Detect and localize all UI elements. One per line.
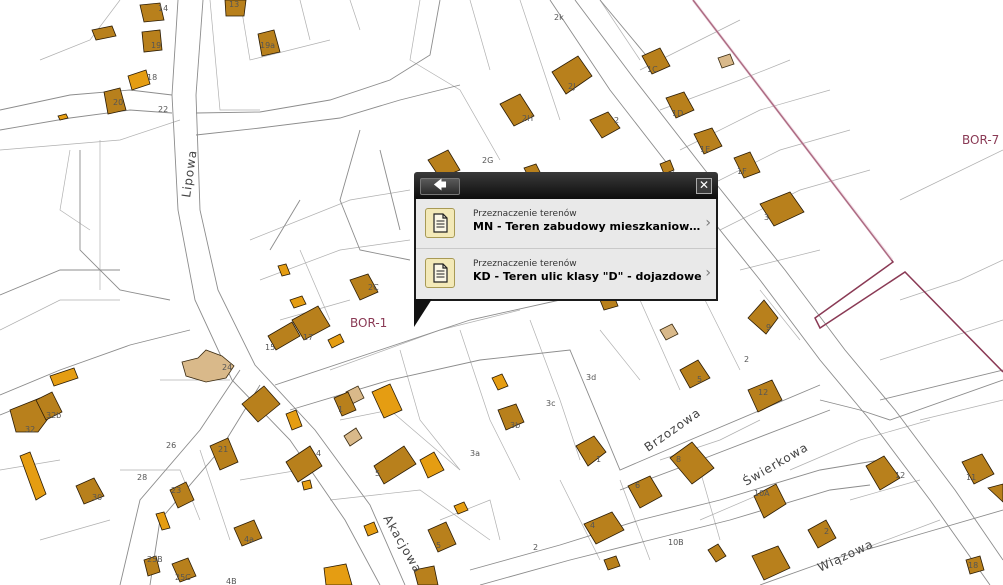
house-number: 1F [737,167,747,176]
house-number: 23 [171,486,181,495]
house-number: 2J [568,82,575,91]
house-number: 4 [316,449,321,458]
house-number: 25C [175,573,191,582]
back-button[interactable]: 🡄 [420,178,460,195]
close-button[interactable]: ✕ [696,178,712,194]
popup-item-value: KD - Teren ulic klasy "D" - dojazdowe [473,270,702,283]
house-number: 12 [758,388,768,397]
chevron-right-icon: › [705,215,711,231]
house-number: 2 [614,116,619,125]
house-number: 21 [218,445,228,454]
house-number: 3 [764,213,769,222]
house-number: 10B [668,538,684,547]
house-number: 19 [151,41,161,50]
house-number: 19a [260,41,275,50]
document-icon [425,208,455,238]
house-number: 18 [968,561,978,570]
close-icon: ✕ [698,178,710,192]
popup-item-mn[interactable]: Przeznaczenie terenów MN - Teren zabudow… [416,199,716,249]
street-label-swierkowa: Świerkowa [740,439,811,489]
house-number: 12 [895,471,905,480]
document-icon [425,258,455,288]
house-number: 3b [510,421,520,430]
house-number: 30 [92,493,102,502]
house-number: 3d [586,373,596,382]
house-number: 5 [697,375,702,384]
house-number: 8 [676,455,681,464]
house-number: 2H [522,114,533,123]
house-number: 3c [546,399,556,408]
house-number: 32 [25,425,35,434]
feature-info-popup: 🡄 ✕ Przeznaczenie terenów MN - Teren zab… [414,172,718,327]
house-number: 6 [635,481,640,490]
zone-label-bor1: BOR-1 [350,316,387,330]
house-number: 22 [158,105,168,114]
house-number: 13 [229,0,239,9]
chevron-right-icon: › [705,265,711,281]
arrow-left-icon: 🡄 [433,178,447,193]
popup-item-kd[interactable]: Przeznaczenie terenów KD - Teren ulic kl… [416,249,716,298]
popup-header: 🡄 ✕ [414,172,718,199]
house-number: 25B [147,555,163,564]
house-number: 1 [596,455,601,464]
house-number: 26 [166,441,176,450]
house-number: 2 [533,543,538,552]
house-number: 5 [436,541,441,550]
house-number: 2k [554,13,564,22]
house-number: 4a [244,535,254,544]
house-number: 18 [147,73,157,82]
house-number: 2 [824,527,829,536]
house-number: 5 [375,469,380,478]
popup-body: Przeznaczenie terenów MN - Teren zabudow… [414,199,718,301]
house-number: 4B [226,577,237,585]
zone-label-bor7: BOR-7 [962,133,999,147]
house-number: 15 [265,343,275,352]
popup-pointer [414,299,432,327]
house-number: 32b [46,411,61,420]
zone-boundaries [691,0,1003,373]
house-number: 3a [470,449,480,458]
house-number: 2C [368,283,379,292]
house-number: 1D [672,109,683,118]
house-number: 9 [766,323,771,332]
house-number: 24 [222,363,232,372]
house-number: 1C [647,65,658,74]
popup-item-category: Przeznaczenie terenów [473,209,577,219]
house-number: 14 [158,4,168,13]
house-number: 17 [303,333,313,342]
house-number: 4 [590,521,595,530]
popup-item-value: MN - Teren zabudowy mieszkaniowej jednor… [473,220,705,233]
house-number: 11 [966,473,976,482]
house-number: 28 [137,473,147,482]
popup-item-category: Przeznaczenie terenów [473,259,577,269]
street-label-lipowa: Lipowa [179,149,200,199]
house-number: 2 [744,355,749,364]
house-number: 2G [482,156,493,165]
house-number: 1 [338,405,343,414]
house-number: 10A [754,489,770,498]
house-number: 1E [700,145,710,154]
house-number: 20 [113,98,123,107]
